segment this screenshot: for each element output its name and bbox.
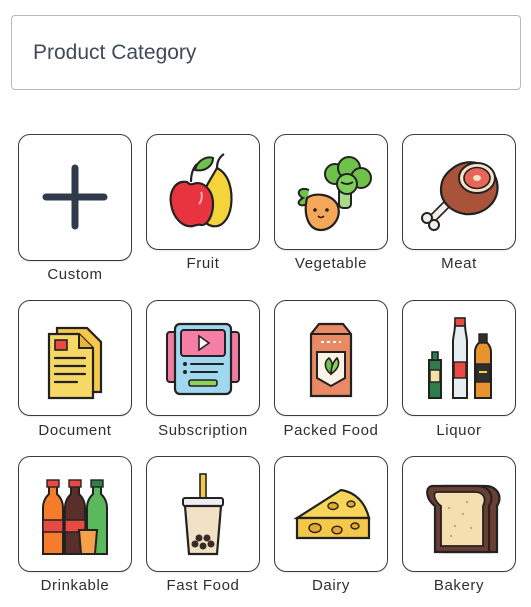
fast-food-icon — [182, 473, 224, 556]
fruit-icon — [169, 153, 233, 228]
category-label-custom: Custom — [47, 266, 103, 283]
category-label-fruit: Fruit — [186, 255, 220, 272]
meat-icon — [421, 161, 499, 231]
category-tile-bakery[interactable] — [402, 456, 516, 572]
category-label-bakery: Bakery — [433, 577, 485, 594]
subscription-icon — [166, 322, 240, 396]
category-tile-packed-food[interactable] — [274, 300, 388, 416]
vegetable-icon — [297, 156, 372, 232]
category-label-drinkable: Drinkable — [40, 577, 110, 594]
category-tile-fruit[interactable] — [146, 134, 260, 250]
category-label-packed-food: Packed Food — [283, 422, 379, 439]
category-label-fast-food: Fast Food — [166, 577, 240, 594]
category-tile-drinkable[interactable] — [18, 456, 132, 572]
plus-icon — [42, 164, 108, 229]
category-tile-fast-food[interactable] — [146, 456, 260, 572]
dairy-icon — [293, 488, 371, 540]
category-tile-dairy[interactable] — [274, 456, 388, 572]
product-category-field[interactable]: Product Category — [11, 15, 521, 90]
category-label-dairy: Dairy — [311, 577, 350, 594]
product-category-placeholder: Product Category — [33, 40, 197, 64]
document-icon — [47, 326, 103, 400]
bakery-icon — [426, 484, 501, 554]
category-tile-subscription[interactable] — [146, 300, 260, 416]
category-label-vegetable: Vegetable — [294, 255, 368, 272]
drinkable-icon — [42, 479, 108, 555]
category-tile-vegetable[interactable] — [274, 134, 388, 250]
category-tile-meat[interactable] — [402, 134, 516, 250]
category-tile-custom[interactable] — [18, 134, 132, 261]
category-label-liquor: Liquor — [436, 422, 482, 439]
category-label-meat: Meat — [441, 255, 477, 272]
category-tile-document[interactable] — [18, 300, 132, 416]
category-label-document: Document — [38, 422, 112, 439]
liquor-icon — [428, 317, 492, 399]
category-label-subscription: Subscription — [158, 422, 248, 439]
category-tile-liquor[interactable] — [402, 300, 516, 416]
packed-food-icon — [309, 322, 353, 398]
